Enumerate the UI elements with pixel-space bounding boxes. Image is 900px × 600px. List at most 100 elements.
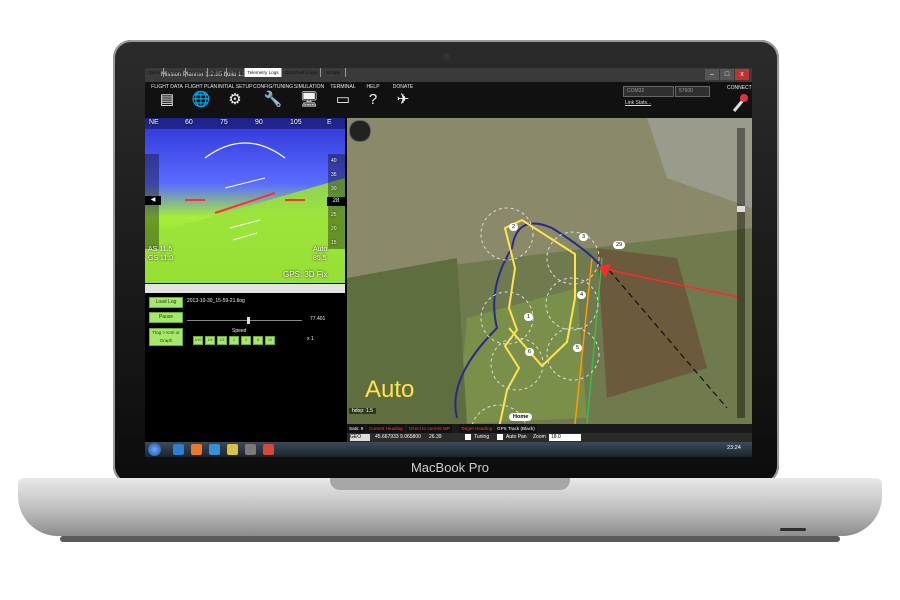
slider-track	[187, 320, 302, 321]
donate-icon: ✈	[396, 91, 410, 108]
connect-label: CONNECT	[727, 85, 752, 91]
hdop-label: hdop: 1.5	[349, 408, 376, 414]
start-button[interactable]	[148, 443, 161, 456]
waypoint-marker[interactable]: 1	[524, 313, 534, 321]
airspeed-box: ◀	[145, 196, 161, 205]
donate-label: DONATE	[392, 84, 414, 90]
waypoint-marker[interactable]: 6	[525, 348, 535, 356]
port-select[interactable]: COM32	[623, 86, 674, 97]
zoom-input[interactable]: 18.0	[549, 434, 581, 441]
airspeed-label: AS 11.5	[148, 246, 173, 253]
battery-label: 85.5	[313, 255, 327, 262]
waypoint-marker[interactable]: 4	[577, 291, 587, 299]
alt-tick: 30	[331, 186, 337, 192]
heading-mark: NE	[149, 119, 159, 126]
tab-gauges[interactable]: Gauges	[186, 68, 208, 77]
legend-direct-wp: Direct to current WP	[407, 424, 453, 433]
tab-actions[interactable]: Actions	[164, 68, 186, 77]
alt-tick: 20	[331, 226, 337, 232]
heading-mark: 60	[185, 119, 193, 126]
speed-label: Speed	[232, 328, 247, 334]
laptop-foot	[60, 536, 840, 542]
maximize-button[interactable]: □	[720, 69, 734, 80]
auto-pan-checkbox[interactable]	[497, 434, 503, 440]
opening-notch	[330, 478, 570, 490]
initial-setup-label: INITIAL SETUP	[217, 84, 253, 90]
heading-mark: 75	[220, 119, 228, 126]
speed-button[interactable]: 1/4	[205, 336, 215, 345]
gps-status: GPS: 3D Fix	[283, 270, 328, 279]
legend-current-heading: Current Heading	[367, 424, 405, 433]
link-stats-link[interactable]: Link Stats...	[625, 100, 651, 106]
laptop-brand: MacBook Pro	[410, 460, 490, 475]
heading-mark: 90	[255, 119, 263, 126]
setup-icon: ⚙	[228, 91, 242, 108]
ie-icon[interactable]	[173, 444, 184, 455]
altitude-box: 28	[327, 197, 345, 206]
speed-button[interactable]: 10	[265, 336, 275, 345]
load-log-button[interactable]: Load Log	[149, 297, 183, 308]
auto-pan-label: Auto Pan	[506, 434, 527, 440]
firefox-icon[interactable]	[191, 444, 202, 455]
tuning-checkbox[interactable]	[465, 434, 471, 440]
waypoint-marker[interactable]: 3	[579, 233, 589, 241]
speed-button[interactable]: 1/2	[217, 336, 227, 345]
tlog-kml-button[interactable]: Tlog > Kml or Graph	[149, 328, 183, 346]
heading-mark: 105	[290, 119, 302, 126]
tab-scripts[interactable]: Scripts	[321, 68, 346, 77]
initial-setup-button[interactable]: INITIAL SETUP ⚙	[215, 84, 255, 116]
baud-select[interactable]: 57600	[675, 86, 710, 97]
zoom-scrollbar[interactable]	[737, 128, 745, 418]
speed-button[interactable]: 1	[229, 336, 239, 345]
tab-dataflash-logs[interactable]: DataFlash Logs	[282, 68, 321, 77]
speed-button[interactable]: 2	[241, 336, 251, 345]
tab-servo[interactable]: Servo	[227, 68, 245, 77]
clock: 23:24	[727, 445, 741, 451]
map-view[interactable]: Auto 2 3 29 4 1 6 5 Home hdop: 1.5	[347, 118, 752, 424]
home-marker[interactable]: Home	[509, 413, 533, 421]
heading-mark: E	[327, 119, 332, 126]
map-legend-bar: Sats: 9 Current Heading Direct to curren…	[347, 424, 752, 433]
connect-button[interactable]	[731, 92, 749, 114]
legend-target-heading: Target Heading	[459, 424, 495, 433]
alt-tick: 40	[331, 158, 337, 164]
minimize-button[interactable]: –	[705, 69, 719, 80]
mode-label: Auto	[313, 246, 328, 253]
pause-button[interactable]: Pause	[149, 312, 183, 323]
waypoint-marker[interactable]: 5	[573, 344, 583, 352]
coords-readout: 45.667933 9.065800	[375, 434, 421, 440]
explorer-icon[interactable]	[227, 444, 238, 455]
progress-slider[interactable]	[187, 317, 302, 324]
camera-dot	[443, 53, 450, 60]
app-icon[interactable]	[245, 444, 256, 455]
close-button[interactable]: x	[735, 69, 749, 80]
waypoint-marker[interactable]: 2	[509, 223, 519, 231]
tab-quick[interactable]: Quick	[145, 68, 164, 77]
speed-button[interactable]: 1/10	[193, 336, 203, 345]
plug-icon	[732, 94, 748, 112]
donate-button[interactable]: DONATE ✈	[383, 84, 423, 116]
alt-tick: 25	[331, 212, 337, 218]
legend-gps-track: GPS Track (Black)	[495, 424, 537, 433]
waypoint-marker[interactable]: 29	[613, 241, 626, 249]
slider-thumb[interactable]	[247, 317, 250, 324]
sats-label: Sats: 9	[347, 424, 366, 433]
zoom-handle[interactable]	[737, 206, 745, 212]
tab-strip	[145, 284, 345, 293]
tuning-label: Tuning	[474, 434, 490, 440]
media-icon[interactable]	[209, 444, 220, 455]
hud-panel: NE 60 75 90 105 E ◀ 40 35 30 28 25 20 15…	[145, 118, 345, 283]
chrome-icon[interactable]	[263, 444, 274, 455]
screen: Mission Planner 1.2.85 build 1.1.5049.16…	[145, 68, 752, 457]
log-filename: 2013-10-30_15-59-21.tlog	[187, 298, 245, 304]
taskbar: 23:24	[145, 442, 752, 457]
alt-tick: 15	[331, 240, 337, 246]
alt-tick: 35	[331, 172, 337, 178]
tab-telemetry-logs[interactable]: Telemetry Logs	[245, 68, 282, 77]
speed-button[interactable]: 5	[253, 336, 263, 345]
compass-widget[interactable]	[349, 120, 371, 142]
coord-system-select[interactable]: GEO	[350, 434, 370, 441]
heading-tape	[145, 118, 345, 129]
tab-status[interactable]: Status	[208, 68, 227, 77]
speed-value: x 1	[307, 336, 314, 342]
